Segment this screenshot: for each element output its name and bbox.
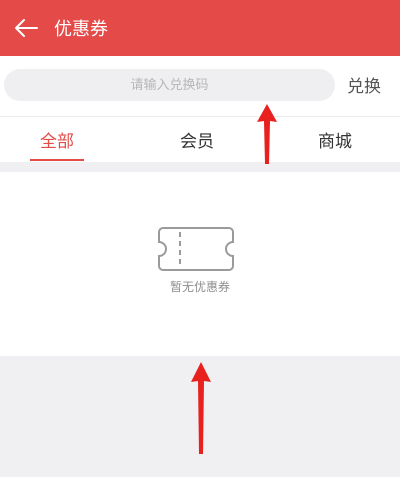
app-header: 优惠券 xyxy=(0,0,400,56)
tab-all[interactable]: 全部 xyxy=(22,117,92,162)
redeem-button[interactable]: 兑换 xyxy=(347,72,381,97)
redeem-bar: 兑换 xyxy=(0,56,400,116)
redeem-code-input[interactable] xyxy=(4,69,335,101)
tab-member[interactable]: 会员 xyxy=(162,117,232,162)
red-up-arrow-icon xyxy=(191,362,211,454)
arrow-left-icon xyxy=(15,19,38,37)
section-separator xyxy=(0,162,400,172)
coupon-tabs: 全部 会员 商城 xyxy=(0,117,400,162)
back-button[interactable] xyxy=(2,0,50,56)
red-up-arrow-icon xyxy=(257,104,277,164)
ticket-icon xyxy=(158,227,234,271)
empty-state: 暂无优惠券 xyxy=(0,172,400,356)
page-title: 优惠券 xyxy=(54,19,108,40)
tab-mall[interactable]: 商城 xyxy=(300,117,370,162)
active-tab-indicator xyxy=(30,159,84,161)
empty-state-text: 暂无优惠券 xyxy=(169,280,230,294)
